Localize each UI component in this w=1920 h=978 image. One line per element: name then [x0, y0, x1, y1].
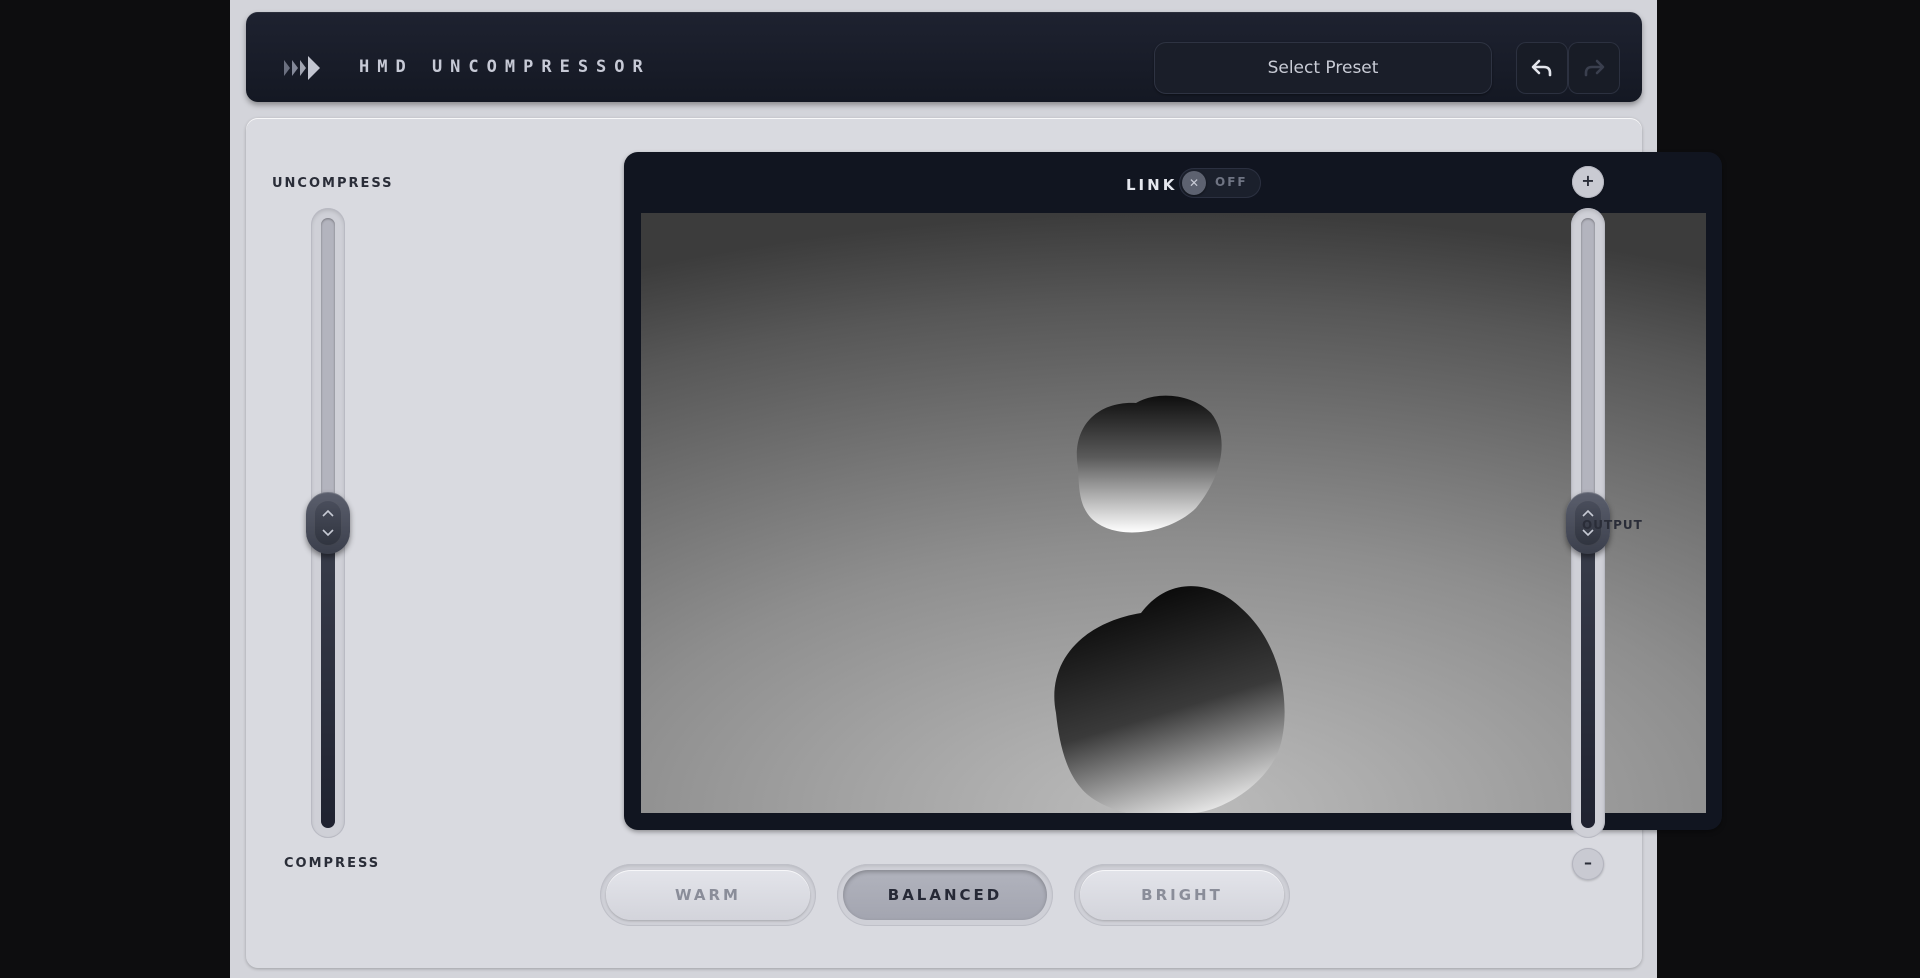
visualizer-display: LINK ✕ OFF — [624, 152, 1722, 830]
compression-slider-thumb[interactable] — [306, 492, 350, 554]
output-minus-button[interactable]: – — [1572, 848, 1604, 880]
output-slider-fill — [1581, 523, 1595, 828]
uncompress-label: UNCOMPRESS — [272, 176, 394, 191]
bright-button[interactable]: BRIGHT — [1080, 870, 1284, 920]
undo-icon — [1531, 59, 1552, 77]
upper-blob — [1076, 395, 1222, 533]
compression-slider-fill — [321, 523, 335, 828]
blob-visualization — [1054, 395, 1285, 813]
compress-label: COMPRESS — [284, 856, 381, 871]
undo-button[interactable] — [1516, 42, 1568, 94]
output-plus-button[interactable]: + — [1572, 166, 1604, 198]
app-title: HMD UNCOMPRESSOR — [359, 57, 651, 77]
output-label: OUTPUT — [1582, 518, 1643, 532]
link-label: LINK — [1126, 176, 1178, 194]
select-preset-dropdown[interactable]: Select Preset — [1154, 42, 1492, 94]
bright-button-wrap: BRIGHT — [1074, 864, 1290, 926]
redo-icon — [1584, 59, 1605, 77]
link-state-label: OFF — [1215, 175, 1248, 189]
lower-blob — [1054, 586, 1285, 813]
play-arrows-icon — [284, 56, 320, 80]
plugin-window: HMD UNCOMPRESSOR Select Preset UNCOMPRES… — [230, 0, 1722, 978]
main-panel: UNCOMPRESS COMPRESS LINK ✕ OFF + OUTPUT … — [246, 118, 1722, 968]
visualizer-canvas — [641, 213, 1706, 813]
link-off-icon: ✕ — [1182, 171, 1206, 195]
balanced-button-wrap: BALANCED — [837, 864, 1053, 926]
header-bar: HMD UNCOMPRESSOR Select Preset — [246, 12, 1642, 102]
redo-button[interactable] — [1568, 42, 1620, 94]
link-toggle[interactable]: ✕ OFF — [1179, 168, 1261, 198]
warm-button[interactable]: WARM — [606, 870, 810, 920]
compression-slider[interactable] — [306, 208, 350, 838]
warm-button-wrap: WARM — [600, 864, 816, 926]
up-down-chevron-icon — [322, 509, 334, 537]
balanced-button[interactable]: BALANCED — [843, 870, 1047, 920]
